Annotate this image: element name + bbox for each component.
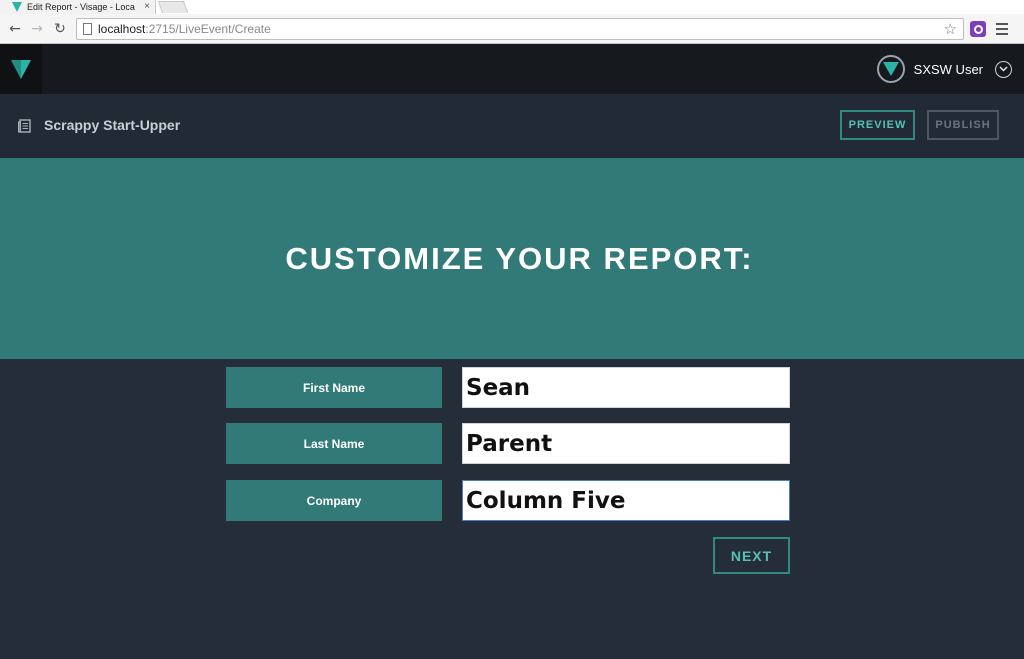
last-name-label: Last Name: [226, 423, 442, 464]
app-header: SXSW User: [0, 44, 1024, 94]
address-bar[interactable]: localhost:2715/LiveEvent/Create ☆: [76, 18, 964, 40]
bookmark-star-icon[interactable]: ☆: [944, 20, 957, 38]
first-name-row: First Name: [226, 367, 790, 408]
document-icon: [18, 119, 31, 133]
hero-banner: CUSTOMIZE YOUR REPORT:: [0, 158, 1024, 359]
chevron-down-icon[interactable]: [995, 60, 1012, 78]
browser-tabstrip: Edit Report - Visage - Loca ×: [0, 0, 1024, 14]
reload-icon[interactable]: ↻: [50, 19, 70, 39]
visage-logo-icon: [11, 60, 31, 79]
company-label: Company: [226, 480, 442, 521]
user-menu[interactable]: SXSW User: [876, 54, 1012, 84]
preview-button[interactable]: PREVIEW: [840, 110, 915, 140]
publish-button[interactable]: PUBLISH: [927, 110, 999, 140]
last-name-row: Last Name: [226, 423, 790, 464]
browser-tab[interactable]: Edit Report - Visage - Loca ×: [0, 0, 156, 14]
back-icon[interactable]: ←: [5, 19, 25, 39]
url-path: :2715/LiveEvent/Create: [145, 22, 271, 36]
app-logo[interactable]: [0, 44, 42, 94]
page-icon: [83, 23, 92, 35]
new-tab-button[interactable]: [157, 1, 189, 13]
company-input[interactable]: [462, 480, 790, 521]
first-name-input[interactable]: [462, 367, 790, 408]
company-row: Company: [226, 480, 790, 521]
tab-title: Edit Report - Visage - Loca: [27, 2, 135, 12]
next-button[interactable]: NEXT: [713, 537, 790, 574]
tab-close-icon[interactable]: ×: [144, 0, 150, 14]
browser-toolbar: ← → ↻ localhost:2715/LiveEvent/Create ☆: [0, 14, 1024, 44]
user-name[interactable]: SXSW User: [914, 62, 983, 77]
last-name-input[interactable]: [462, 423, 790, 464]
extension-icon[interactable]: [970, 21, 986, 37]
avatar[interactable]: [876, 55, 905, 83]
first-name-label: First Name: [226, 367, 442, 408]
forward-icon[interactable]: →: [27, 19, 47, 39]
url-host: localhost: [98, 22, 146, 36]
page-title: CUSTOMIZE YOUR REPORT:: [285, 240, 754, 276]
browser-menu-icon[interactable]: [996, 23, 1008, 35]
visage-favicon-icon: [12, 2, 22, 12]
project-bar: Scrappy Start-Upper PREVIEW PUBLISH: [0, 94, 1024, 158]
user-logo-icon: [882, 62, 899, 76]
project-name: Scrappy Start-Upper: [44, 117, 181, 133]
